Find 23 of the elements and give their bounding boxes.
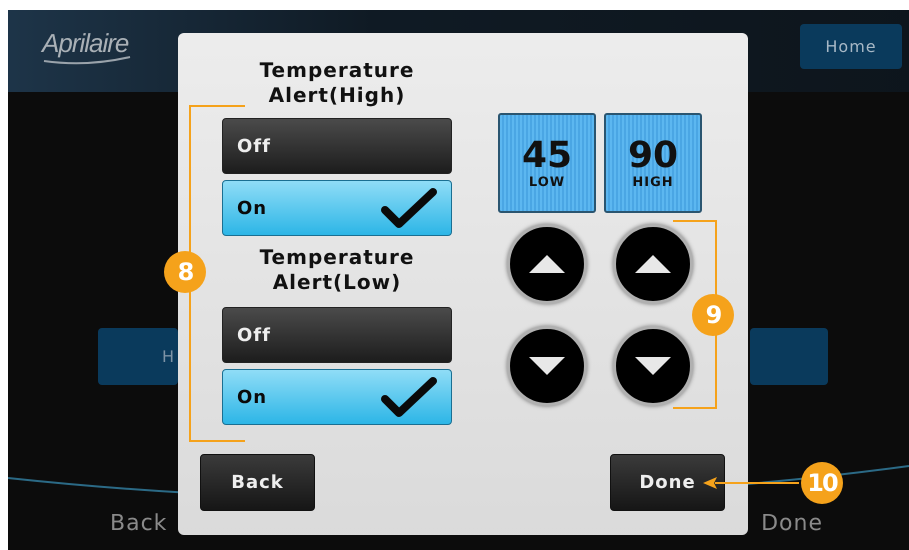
option-button[interactable]: On <box>222 369 452 425</box>
alert-title: Temperature Alert(High) <box>258 58 416 108</box>
option-button[interactable]: Off <box>222 118 452 174</box>
down-button[interactable] <box>613 326 693 406</box>
option-button[interactable]: On <box>222 180 452 236</box>
up-button[interactable] <box>613 224 693 304</box>
alert-title: Temperature Alert(Low) <box>258 245 416 295</box>
setpoint-label: LOW <box>528 174 566 190</box>
setpoint-value: 45 <box>522 136 572 174</box>
logo-text: Aprilaire <box>42 28 128 58</box>
checkmark-icon <box>381 377 437 417</box>
checkmark-icon <box>381 188 437 228</box>
home-button[interactable]: Home <box>800 24 902 68</box>
footer-label[interactable]: Done <box>761 511 823 536</box>
setpoint-value: 90 <box>628 136 678 174</box>
down-button[interactable] <box>507 326 587 406</box>
dialog-button[interactable]: Done <box>610 454 725 511</box>
background-button[interactable]: H <box>98 328 178 385</box>
option-button[interactable]: Off <box>222 307 452 363</box>
setpoint-label: HIGH <box>632 174 674 190</box>
up-button[interactable] <box>507 224 587 304</box>
footer-label[interactable]: Back <box>110 511 168 536</box>
dialog-button[interactable]: Back <box>200 454 315 511</box>
